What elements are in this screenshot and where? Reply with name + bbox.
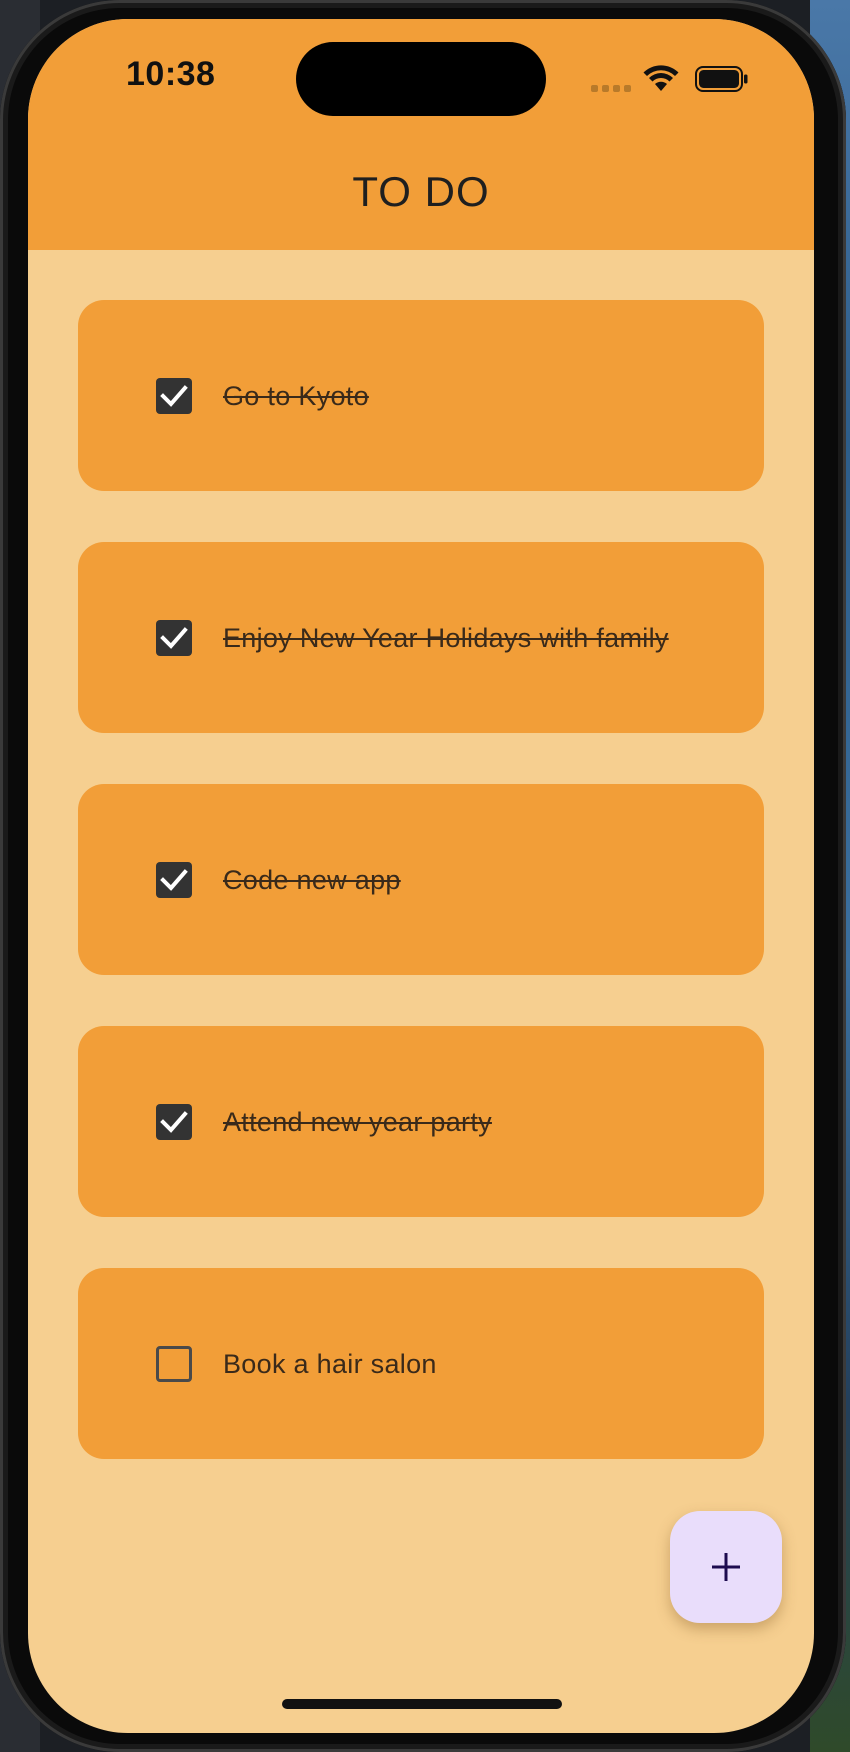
task-card[interactable]: Go to Kyoto bbox=[78, 300, 764, 491]
battery-icon bbox=[695, 66, 749, 96]
wifi-icon bbox=[643, 65, 679, 97]
task-label: Book a hair salon bbox=[223, 1349, 437, 1379]
check-icon bbox=[160, 627, 188, 649]
app-bar: 10:38 TO DO bbox=[28, 19, 814, 250]
task-card[interactable]: Enjoy New Year Holidays with family bbox=[78, 542, 764, 733]
phone-frame: 10:38 TO DO Go to Kyoto Enjoy New Year H… bbox=[0, 0, 846, 1752]
app-screen: 10:38 TO DO Go to Kyoto Enjoy New Year H… bbox=[28, 19, 814, 1733]
task-checkbox[interactable] bbox=[156, 1104, 192, 1140]
task-card[interactable]: Book a hair salon bbox=[78, 1268, 764, 1459]
dynamic-island bbox=[296, 42, 546, 116]
page-title: TO DO bbox=[352, 168, 490, 215]
plus-icon bbox=[712, 1553, 740, 1581]
task-checkbox[interactable] bbox=[156, 620, 192, 656]
task-label: Attend new year party bbox=[223, 1107, 492, 1137]
task-checkbox[interactable] bbox=[156, 1346, 192, 1382]
task-label: Enjoy New Year Holidays with family bbox=[223, 623, 669, 653]
add-task-button[interactable] bbox=[670, 1511, 782, 1623]
task-label: Go to Kyoto bbox=[223, 381, 369, 411]
check-icon bbox=[160, 1111, 188, 1133]
check-icon bbox=[160, 869, 188, 891]
task-card[interactable]: Attend new year party bbox=[78, 1026, 764, 1217]
task-checkbox[interactable] bbox=[156, 862, 192, 898]
cellular-signal-icon bbox=[591, 85, 631, 92]
task-card[interactable]: Code new app bbox=[78, 784, 764, 975]
task-checkbox[interactable] bbox=[156, 378, 192, 414]
home-indicator[interactable] bbox=[282, 1699, 562, 1709]
task-label: Code new app bbox=[223, 865, 401, 895]
status-time: 10:38 bbox=[126, 55, 216, 93]
check-icon bbox=[160, 385, 188, 407]
